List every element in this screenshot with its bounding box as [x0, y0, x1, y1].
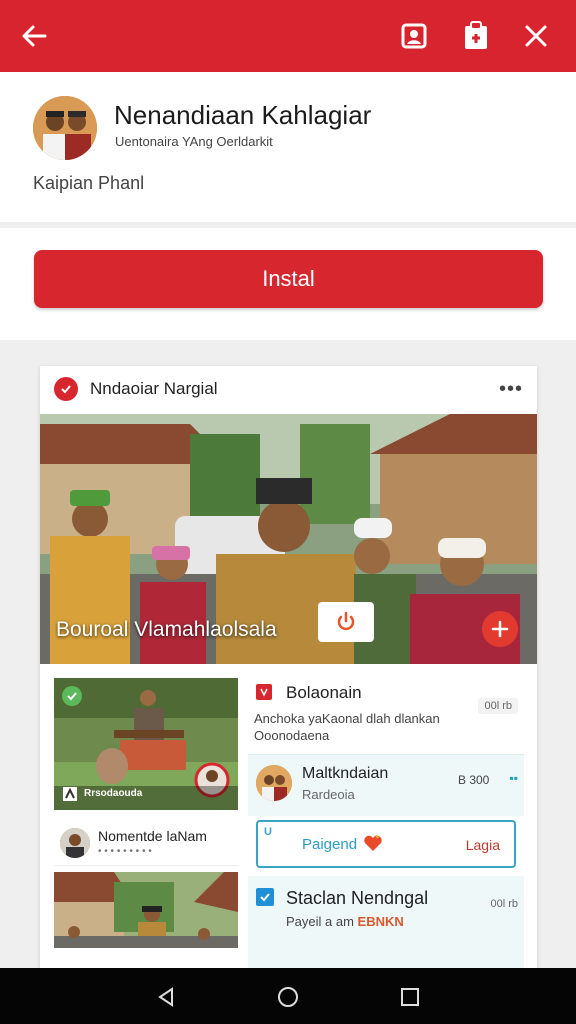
item-badge: 00l rb	[490, 898, 518, 910]
check-badge-icon	[54, 377, 78, 401]
app-avatar	[33, 96, 97, 160]
app-subtitle: Uentonaira YAng Oerldarkit	[115, 134, 273, 149]
content-card: Nndaoiar Nargial ••• Bouroal Vlamahlaols…	[40, 366, 537, 970]
right-column: Bolaonain Anchoka yaKaonal dlah dlankan …	[248, 676, 524, 970]
hero-caption: Bouroal Vlamahlaolsala	[56, 618, 277, 641]
item-subtitle: Payeil a am EBNKN	[286, 914, 404, 929]
app-title: Nenandiaan Kahlagiar	[114, 100, 372, 130]
nav-back-icon[interactable]	[151, 982, 181, 1012]
bookmark-icon	[256, 684, 272, 700]
item-subtitle: Rardeoia	[302, 787, 355, 802]
list-item-2[interactable]: Maltkndaian Rardeoia B 300 ▪▪	[248, 754, 524, 816]
heart-icon	[362, 832, 384, 859]
close-icon[interactable]	[516, 16, 556, 56]
item-trend-icon: ▪▪	[509, 771, 518, 785]
nav-recents-icon[interactable]	[395, 982, 425, 1012]
list-item-3[interactable]: U Paigend Lagia	[256, 820, 516, 868]
item-link[interactable]: Lagia	[466, 837, 500, 853]
person-avatar	[60, 828, 90, 858]
item-avatar	[256, 765, 292, 801]
app-info-section: Nenandiaan Kahlagiar Uentonaira YAng Oer…	[0, 72, 576, 222]
thumbnail-label: Rrsodaouda	[84, 788, 143, 799]
person-row[interactable]: Nomentde laNam • • • • • • • • •	[54, 822, 238, 866]
item-name: Maltkndaian	[302, 765, 389, 782]
list-item-1[interactable]: Bolaonain Anchoka yaKaonal dlah dlankan …	[248, 676, 524, 750]
install-button[interactable]: Instal	[34, 250, 543, 308]
person-subtitle: • • • • • • • • •	[98, 846, 152, 857]
verified-check-icon	[62, 686, 82, 706]
nav-home-icon[interactable]	[273, 982, 303, 1012]
item-title: Staclan Nendngal	[286, 888, 429, 908]
card-header: Nndaoiar Nargial •••	[40, 366, 537, 414]
item-subtitle-prefix: Payeil a am	[286, 914, 354, 929]
app-developer[interactable]: Kaipian Phanl	[33, 173, 144, 194]
item-badge: 00l rb	[478, 698, 518, 714]
top-app-bar	[0, 0, 576, 72]
checkbox-icon[interactable]	[256, 888, 274, 906]
item-subtitle-highlight: EBNKN	[357, 914, 404, 929]
clipboard-icon[interactable]	[456, 16, 496, 56]
item-price: B 300	[458, 773, 490, 787]
person-name: Nomentde laNam	[98, 828, 207, 844]
back-arrow-icon[interactable]	[14, 16, 54, 56]
add-icon[interactable]	[482, 611, 518, 647]
list-item-4[interactable]: Staclan Nendngal Payeil a am EBNKN 00l r…	[248, 876, 524, 970]
video-thumbnail[interactable]: Rrsodaouda	[54, 678, 238, 810]
card-title: Nndaoiar Nargial	[90, 379, 218, 398]
profile-icon[interactable]	[394, 16, 434, 56]
second-thumbnail[interactable]	[54, 872, 238, 948]
left-column: Rrsodaouda Nomentde laNam • • • • • • • …	[54, 678, 238, 970]
item-label: Paigend	[302, 836, 358, 853]
hero-image[interactable]: Bouroal Vlamahlaolsala	[40, 414, 537, 664]
install-section: Instal	[0, 228, 576, 340]
more-options-icon[interactable]: •••	[499, 378, 523, 401]
system-nav-bar	[0, 968, 576, 1024]
power-share-icon[interactable]	[318, 602, 374, 642]
item-description: Anchoka yaKaonal dlah dlankan Ooonodaena	[254, 711, 440, 743]
item-tag: U	[264, 826, 272, 838]
item-title: Bolaonain	[286, 683, 362, 702]
award-icon	[62, 786, 78, 802]
